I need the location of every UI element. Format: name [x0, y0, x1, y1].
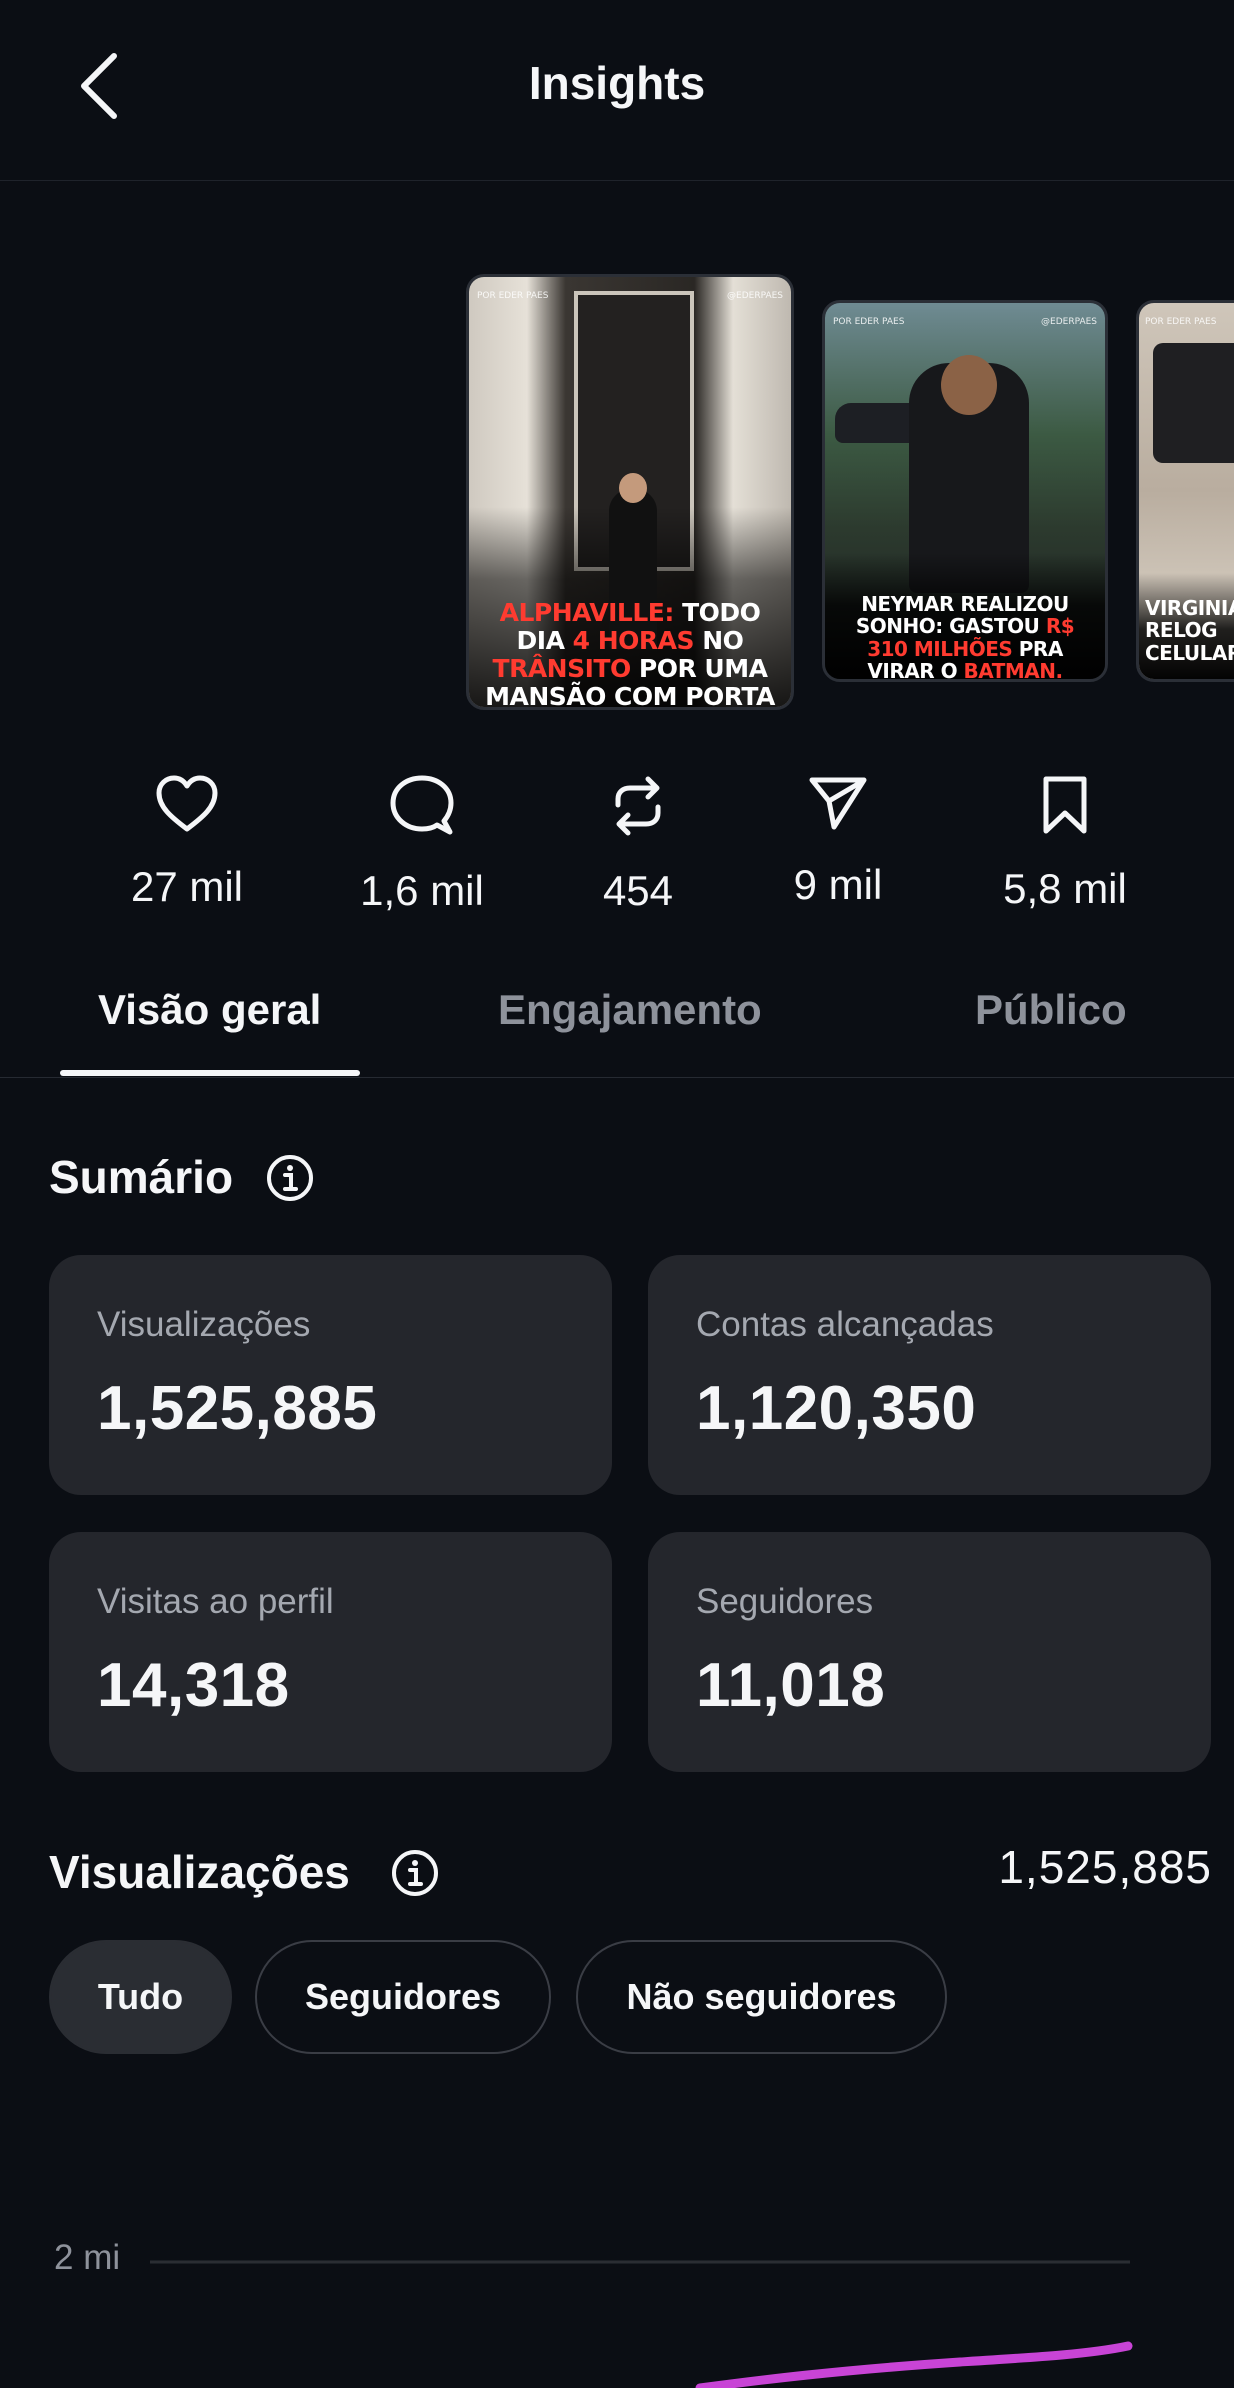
- views-total: 1,525,885: [998, 1841, 1212, 1893]
- card-label: Visitas ao perfil: [97, 1582, 334, 1621]
- post-handle: @EDERPAES: [1041, 317, 1097, 327]
- caption-segment: 4 HORAS: [572, 626, 695, 655]
- caption-segment: TRÂNSITO: [492, 654, 632, 683]
- post-handle: @EDERPAES: [727, 291, 783, 301]
- shares-stat: 9 mil: [748, 775, 928, 909]
- filter-followers[interactable]: Seguidores: [255, 1940, 551, 2054]
- tab-audience[interactable]: Público: [975, 986, 1127, 1034]
- caption-segment: NO: [694, 626, 744, 655]
- likes-count: 27 mil: [130, 863, 244, 910]
- summary-card-profile-visits[interactable]: Visitas ao perfil 14,318: [49, 1532, 612, 1772]
- card-value: 1,525,885: [97, 1374, 378, 1443]
- shares-count: 9 mil: [793, 861, 883, 908]
- saves-count: 5,8 mil: [1003, 865, 1127, 912]
- post-thumbnail-2[interactable]: POR EDER PAES @EDERPAES NEYMAR REALIZOU …: [822, 300, 1108, 682]
- filter-all[interactable]: Tudo: [49, 1940, 232, 2054]
- caption-segment: VIRGINIA RELOG CELULAR.: [1145, 596, 1234, 665]
- bookmark-icon: [1043, 776, 1087, 834]
- summary-card-reach[interactable]: Contas alcançadas 1,120,350: [648, 1255, 1211, 1495]
- filter-non-followers[interactable]: Não seguidores: [576, 1940, 947, 2054]
- views-line: [695, 2341, 1133, 2388]
- info-icon[interactable]: [390, 1848, 440, 1898]
- post-brand: POR EDER PAES: [833, 317, 905, 327]
- post-caption: VIRGINIA RELOG CELULAR.: [1139, 597, 1234, 664]
- reposts-stat: 454: [548, 775, 728, 915]
- insights-tabs: Visão geral Engajamento Público: [0, 960, 1234, 1078]
- post-caption: ALPHAVILLE: TODO DIA 4 HORAS NO TRÂNSITO…: [469, 598, 791, 708]
- repost-icon: [615, 776, 661, 836]
- active-tab-indicator: [60, 1070, 360, 1076]
- card-label: Visualizações: [97, 1305, 311, 1344]
- comments-count: 1,6 mil: [360, 867, 484, 914]
- post-carousel[interactable]: POR EDER PAES @EDERPAES ALPHAVILLE: TODO…: [0, 270, 1234, 720]
- saves-stat: 5,8 mil: [975, 775, 1155, 913]
- card-value: 11,018: [696, 1651, 886, 1720]
- likes-stat: 27 mil: [97, 775, 277, 911]
- summary-title: Sumário: [49, 1151, 234, 1203]
- card-value: 14,318: [97, 1651, 290, 1720]
- post-caption: NEYMAR REALIZOU SONHO: GASTOU R$ 310 MIL…: [825, 592, 1105, 682]
- caption-segment: BATMAN.: [963, 659, 1064, 682]
- views-title: Visualizações: [49, 1846, 350, 1898]
- comments-stat: 1,6 mil: [332, 775, 512, 915]
- card-value: 1,120,350: [696, 1374, 977, 1443]
- card-label: Seguidores: [696, 1582, 874, 1621]
- views-chart: 2 mi: [0, 2220, 1234, 2388]
- reposts-count: 454: [602, 867, 674, 914]
- card-label: Contas alcançadas: [696, 1305, 994, 1344]
- post-stats: 27 mil 1,6 mil 454 9 mil 5,8 mil: [0, 775, 1234, 925]
- caption-segment: NEYMAR REALIZOU SONHO: GASTOU: [855, 592, 1069, 639]
- tab-overview[interactable]: Visão geral: [98, 986, 321, 1034]
- caption-segment: ALPHAVILLE:: [499, 598, 675, 627]
- post-brand: POR EDER PAES: [477, 291, 549, 301]
- summary-card-followers[interactable]: Seguidores 11,018: [648, 1532, 1211, 1772]
- info-icon[interactable]: [265, 1153, 315, 1203]
- share-icon: [809, 777, 867, 830]
- post-thumbnail-1[interactable]: POR EDER PAES @EDERPAES ALPHAVILLE: TODO…: [466, 274, 794, 710]
- post-thumbnail-3[interactable]: POR EDER PAES VIRGINIA RELOG CELULAR.: [1136, 300, 1234, 682]
- summary-card-views[interactable]: Visualizações 1,525,885: [49, 1255, 612, 1495]
- page-title: Insights: [528, 57, 706, 109]
- post-brand: POR EDER PAES: [1145, 317, 1217, 327]
- comment-icon: [390, 775, 454, 835]
- tab-engagement[interactable]: Engajamento: [498, 986, 762, 1034]
- top-bar: Insights: [0, 0, 1234, 181]
- heart-icon: [156, 775, 218, 832]
